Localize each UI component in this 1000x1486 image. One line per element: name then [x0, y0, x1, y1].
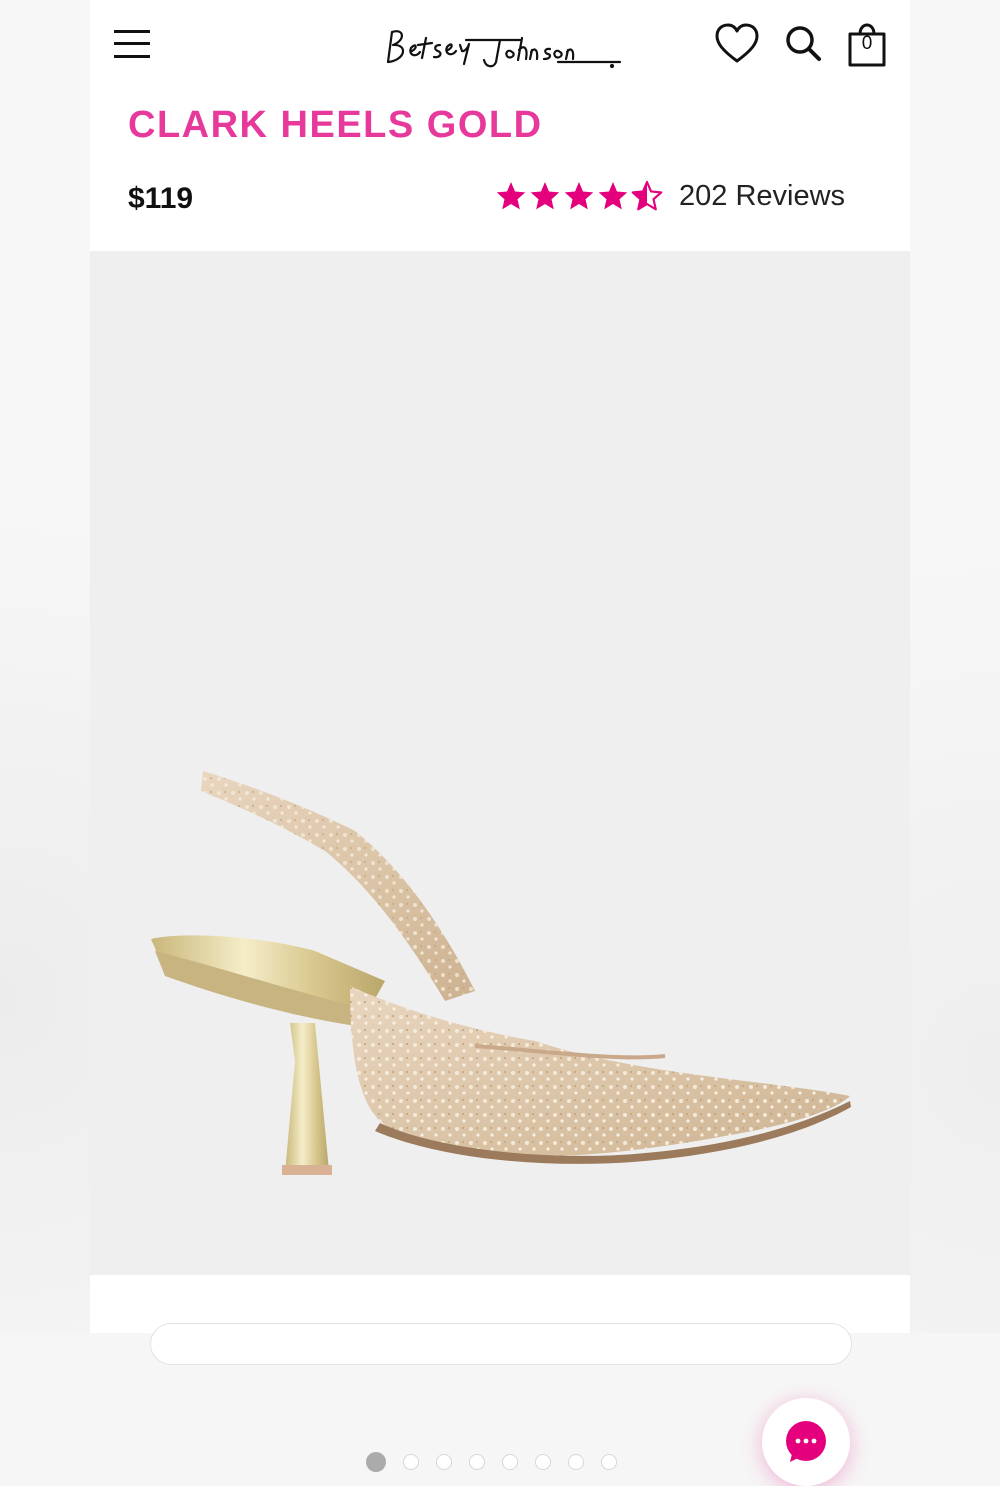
bag-count: 0 [861, 33, 873, 54]
star-icon [598, 182, 628, 210]
brand-logo[interactable] [380, 18, 640, 74]
star-icon [496, 182, 526, 210]
site-header: 0 [90, 0, 910, 95]
options-card[interactable] [150, 1323, 852, 1365]
half-star-icon [631, 180, 663, 211]
product-page: 0 CLARK HEELS GOLD $119 202 Reviews [90, 0, 910, 1486]
chat-button[interactable] [762, 1398, 850, 1486]
reviews-link[interactable]: 202 Reviews [679, 180, 845, 213]
carousel-dot-1[interactable] [366, 1452, 386, 1472]
chat-icon [786, 1421, 826, 1462]
rating-summary[interactable]: 202 Reviews [495, 176, 845, 216]
product-title: CLARK HEELS GOLD [128, 104, 543, 146]
product-options-panel [90, 1275, 910, 1365]
product-price: $119 [128, 182, 194, 215]
search-icon[interactable] [784, 24, 822, 62]
carousel-dot-7[interactable] [568, 1454, 584, 1470]
star-icon [564, 182, 594, 210]
carousel-dot-4[interactable] [469, 1454, 485, 1470]
carousel-dot-8[interactable] [601, 1454, 617, 1470]
star-rating [495, 180, 663, 212]
product-image-gallery[interactable] [90, 251, 910, 1486]
menu-icon[interactable] [114, 28, 150, 60]
carousel-dot-2[interactable] [403, 1454, 419, 1470]
carousel-dot-3[interactable] [436, 1454, 452, 1470]
carousel-dot-5[interactable] [502, 1454, 518, 1470]
star-icon [530, 182, 560, 210]
carousel-dot-6[interactable] [535, 1454, 551, 1470]
heart-icon[interactable] [714, 22, 760, 66]
carousel-dots [366, 1452, 617, 1472]
bag-button[interactable]: 0 [846, 20, 888, 68]
product-image[interactable] [145, 761, 860, 1181]
